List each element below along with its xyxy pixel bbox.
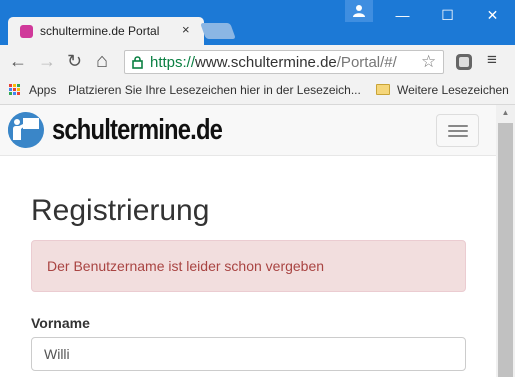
site-navbar: schultermine.de bbox=[0, 105, 496, 156]
tab-title: schultermine.de Portal bbox=[40, 24, 160, 38]
close-window-button[interactable]: ✕ bbox=[470, 0, 515, 30]
browser-toolbar: ← → ↻ ⌂ https://www.schultermine.de/Port… bbox=[0, 45, 515, 78]
bookmarks-hint: Platzieren Sie Ihre Lesezeichen hier in … bbox=[68, 83, 361, 97]
other-bookmarks[interactable]: Weitere Lesezeichen bbox=[397, 83, 509, 97]
browser-menu-icon[interactable]: ≡ bbox=[487, 50, 497, 70]
tab-close-icon[interactable]: × bbox=[182, 22, 190, 37]
forward-button[interactable]: → bbox=[38, 51, 56, 71]
page-title: Registrierung bbox=[31, 194, 210, 227]
minimize-button[interactable]: — bbox=[380, 0, 425, 30]
bookmark-apps[interactable]: Apps bbox=[29, 83, 56, 97]
scroll-up-arrow-icon[interactable]: ▲ bbox=[496, 105, 515, 121]
person-icon bbox=[353, 5, 365, 17]
address-bar[interactable]: https://www.schultermine.de/Portal/#/ ☆ bbox=[124, 50, 444, 74]
maximize-button[interactable]: ☐ bbox=[425, 0, 470, 30]
bookmark-star-icon[interactable]: ☆ bbox=[421, 52, 436, 72]
bookmarks-bar: Apps Platzieren Sie Ihre Lesezeichen hie… bbox=[0, 78, 515, 105]
error-alert: Der Benutzername ist leider schon vergeb… bbox=[31, 240, 466, 292]
site-logo-text[interactable]: schultermine.de bbox=[52, 114, 223, 147]
reload-button[interactable]: ↻ bbox=[67, 51, 82, 71]
page-scrollbar[interactable]: ▲ bbox=[496, 105, 515, 377]
lock-icon bbox=[132, 56, 143, 69]
scroll-thumb[interactable] bbox=[498, 123, 513, 377]
back-button[interactable]: ← bbox=[9, 51, 27, 71]
url-path: /Portal/#/ bbox=[336, 54, 397, 71]
teacher-board-logo-icon[interactable] bbox=[6, 110, 46, 154]
browser-titlebar: schultermine.de Portal × — ☐ ✕ bbox=[0, 0, 515, 45]
browser-tab[interactable]: schultermine.de Portal × bbox=[8, 17, 204, 45]
nav-toggle-button[interactable] bbox=[436, 114, 479, 147]
first-name-input[interactable] bbox=[31, 337, 466, 371]
site-favicon-icon bbox=[20, 25, 33, 38]
new-tab-button[interactable] bbox=[200, 23, 236, 39]
home-button[interactable]: ⌂ bbox=[96, 51, 108, 71]
first-name-label: Vorname bbox=[31, 315, 90, 331]
page-content: schultermine.de Registrierung Der Benutz… bbox=[0, 105, 496, 377]
profile-button[interactable] bbox=[345, 0, 373, 22]
url-scheme: https:// bbox=[150, 54, 196, 71]
extension-icon[interactable] bbox=[456, 54, 472, 70]
apps-grid-icon[interactable] bbox=[9, 84, 21, 96]
folder-icon bbox=[376, 84, 390, 95]
url-text: https://www.schultermine.de/Portal/#/ bbox=[150, 54, 397, 71]
url-host: www.schultermine.de bbox=[195, 54, 337, 71]
